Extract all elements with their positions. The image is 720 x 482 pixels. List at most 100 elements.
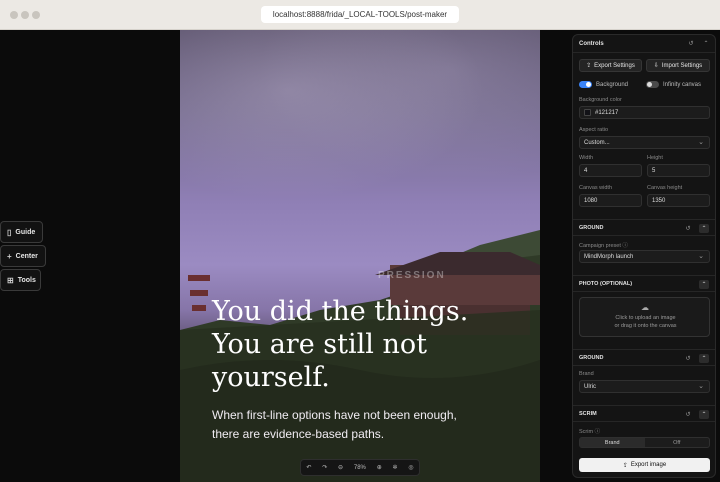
headline-line: You are still not xyxy=(212,329,427,360)
brand-select[interactable]: Ulric xyxy=(579,380,710,393)
height-value: 5 xyxy=(652,167,656,174)
import-settings-label: Import Settings xyxy=(661,62,703,69)
canvas-width-value: 1080 xyxy=(584,197,598,204)
campaign-preset-select[interactable]: MindMorph launch xyxy=(579,250,710,263)
chevron-up-icon[interactable]: ⌃ xyxy=(699,410,709,419)
scrim-label-text: Scrim xyxy=(579,429,594,435)
brand-value: Ulric xyxy=(584,383,596,390)
import-settings-button[interactable]: ⇩ Import Settings xyxy=(646,59,710,72)
scrim-section-header[interactable]: SCRIM ↺ ⌃ xyxy=(573,405,715,422)
canvas-height-input[interactable]: 1350 xyxy=(647,194,710,207)
canvas-height-label: Canvas height xyxy=(647,185,683,191)
tools-label: Tools xyxy=(17,276,36,284)
zoom-in-icon[interactable]: ⊕ xyxy=(377,464,382,471)
campaign-preset-value: MindMorph launch xyxy=(584,253,634,260)
poster-canvas[interactable]: PRESSION You did the things. You are sti… xyxy=(180,30,540,482)
background-color-value: #121217 xyxy=(595,109,619,116)
poster-headline[interactable]: You did the things. You are still not yo… xyxy=(212,295,512,394)
upload-icon: ⇪ xyxy=(586,63,592,69)
brand-label: Brand xyxy=(579,371,594,377)
ground-section-title: GROUND xyxy=(579,225,604,231)
background-toggle-label: Background xyxy=(596,82,629,88)
controls-title: Controls xyxy=(579,41,604,47)
background-color-label: Background color xyxy=(579,97,622,103)
headline-line: yourself. xyxy=(212,362,330,393)
reset-icon[interactable]: ↺ xyxy=(683,224,693,233)
upload-hint-line2: or drag it onto the canvas xyxy=(614,323,677,329)
photo-section-header[interactable]: PHOTO (OPTIONAL) ⌃ xyxy=(573,275,715,292)
zoom-toolbar: ↶ ↷ ⊖ 78% ⊕ ✲ ◎ xyxy=(300,459,420,476)
upload-icon: ⇪ xyxy=(622,462,628,469)
canvas-height-value: 1350 xyxy=(652,197,666,204)
collapse-icon[interactable]: ⌃ xyxy=(701,39,711,48)
color-swatch[interactable] xyxy=(584,109,591,116)
info-icon: ⓘ xyxy=(594,429,601,435)
info-icon: ⓘ xyxy=(622,243,628,249)
reset-icon[interactable]: ↺ xyxy=(683,354,693,363)
ground-brand-section-header[interactable]: GROUND ↺ ⌃ xyxy=(573,349,715,366)
aspect-ratio-select[interactable]: Custom... xyxy=(579,136,710,149)
settings-icon[interactable]: ✲ xyxy=(393,464,398,471)
tools-button[interactable]: ⊞ Tools xyxy=(0,269,41,291)
window-minimize-dot[interactable] xyxy=(21,11,29,19)
campaign-preset-label: Campaign preset ⓘ xyxy=(579,241,628,249)
redo-icon[interactable]: ↷ xyxy=(322,464,327,471)
photo-section-title: PHOTO (OPTIONAL) xyxy=(579,281,633,287)
background-color-field[interactable]: #121217 xyxy=(579,106,710,119)
width-value: 4 xyxy=(584,167,588,174)
headline-line: You did the things. xyxy=(212,296,469,327)
book-icon: ▯ xyxy=(7,227,12,237)
scrim-label: Scrim ⓘ xyxy=(579,427,600,435)
subheadline-line: there are evidence-based paths. xyxy=(212,427,385,441)
grid-icon: ⊞ xyxy=(7,275,14,285)
scrim-option-off[interactable]: Off xyxy=(645,438,710,447)
export-image-button[interactable]: ⇪ Export image xyxy=(579,458,710,472)
aspect-ratio-value: Custom... xyxy=(584,139,610,146)
controls-header: Controls ↺ ⌃ xyxy=(573,35,715,53)
width-label: Width xyxy=(579,155,594,161)
image-upload-dropzone[interactable]: ☁ Click to upload an image or drag it on… xyxy=(579,297,710,337)
window-close-dot[interactable] xyxy=(10,11,18,19)
reset-icon[interactable]: ↺ xyxy=(686,39,696,48)
canvas-width-input[interactable]: 1080 xyxy=(579,194,642,207)
address-bar[interactable]: localhost:8888/frida/_LOCAL-TOOLS/post-m… xyxy=(261,6,459,23)
theme-icon[interactable]: ◎ xyxy=(408,464,413,471)
window-zoom-dot[interactable] xyxy=(32,11,40,19)
center-button[interactable]: + Center xyxy=(0,245,46,267)
chevron-up-icon[interactable]: ⌃ xyxy=(699,354,709,363)
scrim-option-brand[interactable]: Brand xyxy=(580,438,645,447)
infinity-canvas-toggle[interactable] xyxy=(646,81,659,88)
reset-icon[interactable]: ↺ xyxy=(683,410,693,419)
guide-label: Guide xyxy=(15,228,36,236)
download-icon: ⇩ xyxy=(653,63,659,69)
chevron-up-icon[interactable]: ⌃ xyxy=(699,224,709,233)
undo-icon[interactable]: ↶ xyxy=(306,464,311,471)
export-settings-label: Export Settings xyxy=(594,62,635,69)
export-settings-button[interactable]: ⇪ Export Settings xyxy=(579,59,642,72)
ground-section-header[interactable]: GROUND ↺ ⌃ xyxy=(573,219,715,236)
aspect-ratio-label: Aspect ratio xyxy=(579,127,609,133)
brand-watermark: PRESSION xyxy=(378,270,446,281)
guide-button[interactable]: ▯ Guide xyxy=(0,221,43,243)
upload-hint-line1: Click to upload an image xyxy=(615,315,676,321)
controls-panel: Controls ↺ ⌃ ⇪ Export Settings ⇩ Import … xyxy=(572,34,716,478)
subheadline-line: When first-line options have not been en… xyxy=(212,408,457,422)
scrim-section-title: SCRIM xyxy=(579,411,597,417)
height-label: Height xyxy=(647,155,663,161)
campaign-preset-label-text: Campaign preset xyxy=(579,243,621,249)
poster-subheadline[interactable]: When first-line options have not been en… xyxy=(212,406,512,444)
upload-cloud-icon: ☁ xyxy=(641,303,649,312)
center-label: Center xyxy=(15,252,38,260)
width-input[interactable]: 4 xyxy=(579,164,642,177)
chevron-up-icon[interactable]: ⌃ xyxy=(699,280,709,289)
zoom-level: 78% xyxy=(353,464,366,471)
ground-brand-section-title: GROUND xyxy=(579,355,604,361)
background-toggle[interactable] xyxy=(579,81,592,88)
canvas-width-label: Canvas width xyxy=(579,185,613,191)
zoom-out-icon[interactable]: ⊖ xyxy=(338,464,343,471)
browser-toolbar: localhost:8888/frida/_LOCAL-TOOLS/post-m… xyxy=(0,0,720,30)
infinity-canvas-label: Infinity canvas xyxy=(663,82,702,88)
plus-icon: + xyxy=(7,251,12,261)
height-input[interactable]: 5 xyxy=(647,164,710,177)
scrim-segmented-control: Brand Off xyxy=(579,437,710,448)
